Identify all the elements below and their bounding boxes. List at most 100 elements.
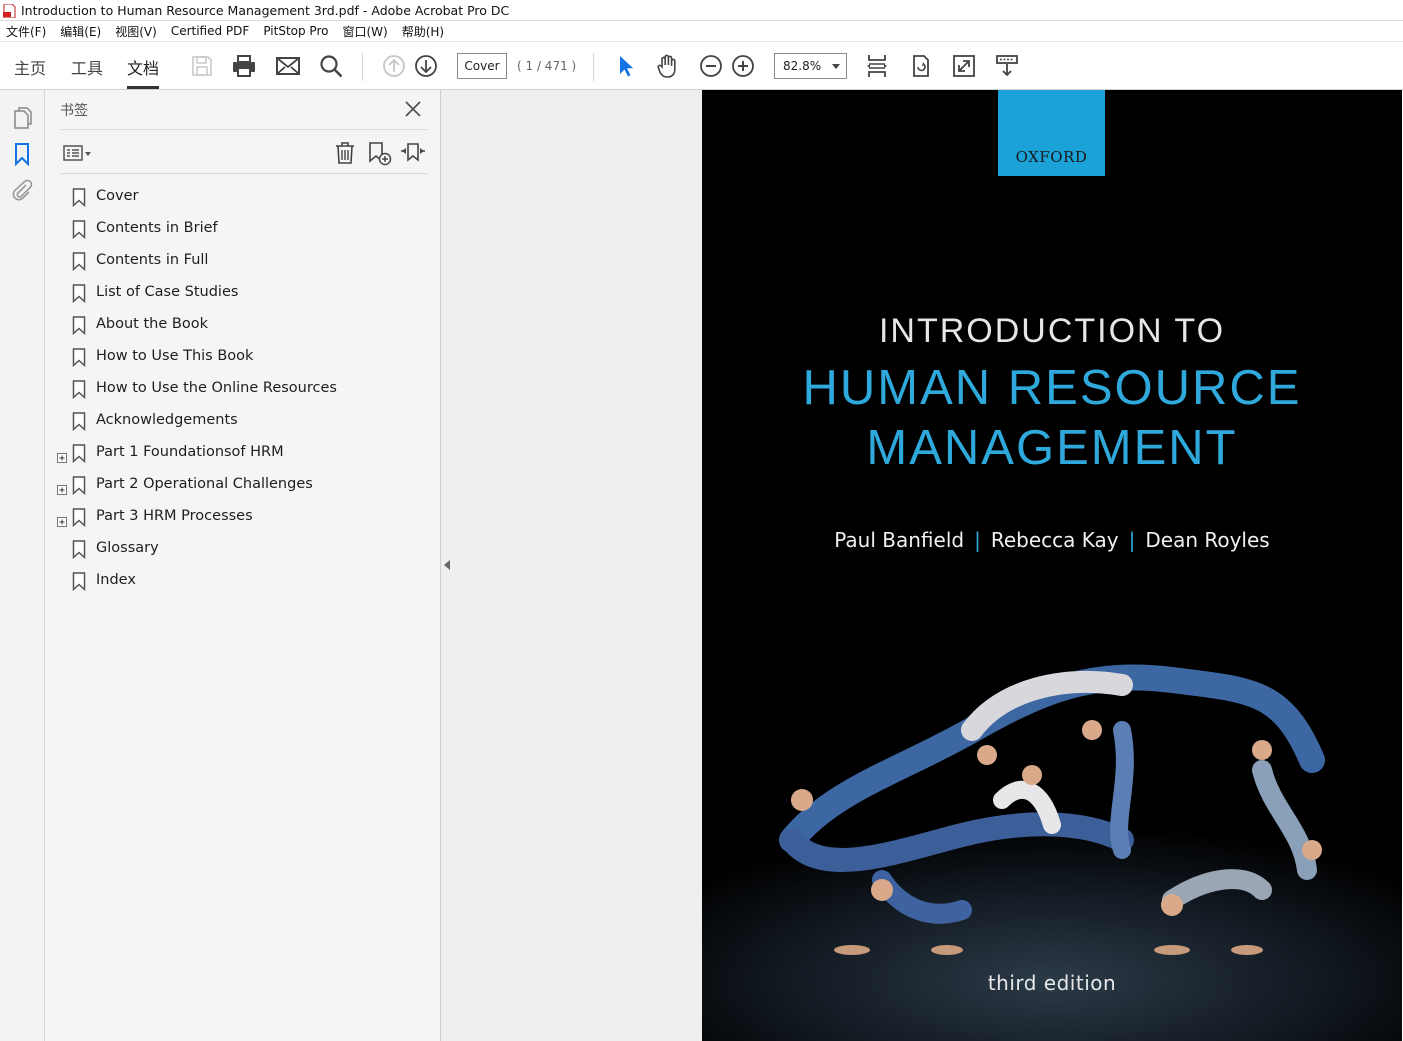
email-icon[interactable] [275, 53, 301, 79]
menu-certified-pdf[interactable]: Certified PDF [171, 24, 250, 38]
author-name: Paul Banfield [834, 528, 965, 552]
expand-plus-icon[interactable] [57, 480, 67, 495]
bookmark-item[interactable]: How to Use the Online Resources [45, 373, 441, 405]
cover-authors: Paul Banfield | Rebecca Kay | Dean Royles [702, 528, 1402, 552]
tab-document[interactable]: 文档 [127, 55, 160, 89]
tab-home[interactable]: 主页 [14, 55, 46, 89]
bookmark-label: List of Case Studies [96, 284, 239, 300]
bookmark-label: Glossary [96, 540, 159, 556]
tab-tools[interactable]: 工具 [71, 55, 103, 89]
pdf-page-cover: OXFORD INTRODUCTION TO HUMAN RESOURCE MA… [702, 90, 1402, 1041]
expand-plus-icon[interactable] [57, 448, 67, 463]
scrolling-mode-icon[interactable] [864, 53, 890, 79]
menu-bar: 文件(F) 编辑(E) 视图(V) Certified PDF PitStop … [0, 21, 1403, 42]
bookmark-item[interactable]: Part 2 Operational Challenges [45, 469, 441, 501]
cover-title-line-1: INTRODUCTION TO [878, 312, 1226, 350]
bookmark-item[interactable]: About the Book [45, 309, 441, 341]
zoom-value: 82.8% [783, 59, 822, 73]
toolbar-separator [362, 53, 363, 81]
bookmark-label: About the Book [96, 316, 208, 332]
menu-edit[interactable]: 编辑(E) [60, 23, 101, 40]
author-separator: | [1128, 528, 1136, 552]
cover-title-line-3: MANAGEMENT [866, 421, 1238, 475]
menu-help[interactable]: 帮助(H) [402, 23, 444, 40]
collapse-panel-icon[interactable] [444, 560, 450, 570]
bookmark-item[interactable]: How to Use This Book [45, 341, 441, 373]
expand-bookmark-icon[interactable] [400, 140, 426, 166]
attachments-icon[interactable] [10, 178, 34, 202]
bookmark-icon [72, 380, 86, 400]
page-thumbnails-icon[interactable] [10, 106, 34, 130]
rotate-page-icon[interactable] [908, 53, 934, 79]
bookmark-item[interactable]: Part 3 HRM Processes [45, 501, 441, 533]
toolbar-separator [593, 53, 594, 81]
publisher-logo: OXFORD [998, 90, 1105, 176]
menu-view[interactable]: 视图(V) [115, 23, 157, 40]
bookmark-icon [72, 540, 86, 560]
bookmark-item[interactable]: Part 1 Foundationsof HRM [45, 437, 441, 469]
print-icon[interactable] [231, 53, 257, 79]
author-separator: | [974, 528, 981, 552]
page-number-input[interactable]: Cover [457, 53, 507, 79]
new-bookmark-icon[interactable] [366, 140, 392, 166]
navigation-rail [0, 90, 45, 1041]
expand-plus-icon[interactable] [57, 512, 67, 527]
menu-pitstop-pro[interactable]: PitStop Pro [263, 24, 328, 38]
bookmark-icon [72, 412, 86, 432]
zoom-select[interactable]: 82.8% [774, 53, 847, 79]
read-mode-icon[interactable] [994, 53, 1020, 79]
bookmark-label: Cover [96, 188, 139, 204]
chevron-down-icon [832, 64, 840, 69]
save-icon[interactable] [189, 53, 215, 79]
bookmark-label: Index [96, 572, 136, 588]
zoom-in-icon[interactable] [730, 53, 756, 79]
bookmark-label: How to Use the Online Resources [96, 380, 337, 396]
bookmark-icon [72, 188, 86, 208]
acrobat-file-icon [3, 3, 16, 19]
cover-title-line-2: HUMAN RESOURCE [802, 361, 1302, 415]
bookmark-label: Part 3 HRM Processes [96, 508, 253, 524]
cover-edition: third edition [987, 971, 1117, 995]
author-name: Dean Royles [1145, 528, 1270, 552]
panel-header: 书签 [60, 100, 428, 130]
bookmark-item[interactable]: Cover [45, 181, 441, 213]
bookmark-icon [72, 508, 86, 528]
bookmark-icon [72, 476, 86, 496]
close-icon[interactable] [404, 100, 422, 118]
full-screen-icon[interactable] [951, 53, 977, 79]
publisher-name: OXFORD [1015, 148, 1088, 166]
next-page-icon[interactable] [413, 53, 439, 79]
bookmark-icon [72, 220, 86, 240]
bookmark-icon [72, 444, 86, 464]
bookmark-item[interactable]: Acknowledgements [45, 405, 441, 437]
bookmark-item[interactable]: Contents in Brief [45, 213, 441, 245]
bookmark-icon [72, 284, 86, 304]
page-count: ( 1 / 471 ) [517, 59, 577, 73]
bookmark-item[interactable]: List of Case Studies [45, 277, 441, 309]
bookmark-icon [72, 572, 86, 592]
bookmark-label: Acknowledgements [96, 412, 238, 428]
bookmark-item[interactable]: Index [45, 565, 441, 597]
bookmark-item[interactable]: Glossary [45, 533, 441, 565]
bookmarks-panel: 书签 Cover Contents in Brief Contents in Ful… [45, 90, 441, 1041]
bookmarks-icon[interactable] [10, 142, 34, 167]
bookmark-label: Part 2 Operational Challenges [96, 476, 313, 492]
bookmarks-toolbar [60, 132, 428, 174]
previous-page-icon[interactable] [381, 53, 407, 79]
bookmark-options-menu-icon[interactable] [62, 140, 94, 166]
menu-window[interactable]: 窗口(W) [342, 23, 387, 40]
bookmark-item[interactable]: Contents in Full [45, 245, 441, 277]
bookmark-list: Cover Contents in Brief Contents in Full Li… [45, 181, 441, 597]
menu-file[interactable]: 文件(F) [6, 23, 46, 40]
bookmark-label: Part 1 Foundationsof HRM [96, 444, 284, 460]
bookmark-icon [72, 348, 86, 368]
document-gutter [441, 90, 702, 1041]
delete-bookmark-icon[interactable] [332, 140, 358, 166]
author-name: Rebecca Kay [990, 528, 1119, 552]
search-icon[interactable] [318, 53, 344, 79]
zoom-out-icon[interactable] [698, 53, 724, 79]
select-arrow-icon[interactable] [612, 53, 638, 79]
hand-tool-icon[interactable] [655, 53, 681, 79]
window-title: Introduction to Human Resource Managemen… [21, 2, 510, 18]
panel-title: 书签 [60, 103, 88, 119]
